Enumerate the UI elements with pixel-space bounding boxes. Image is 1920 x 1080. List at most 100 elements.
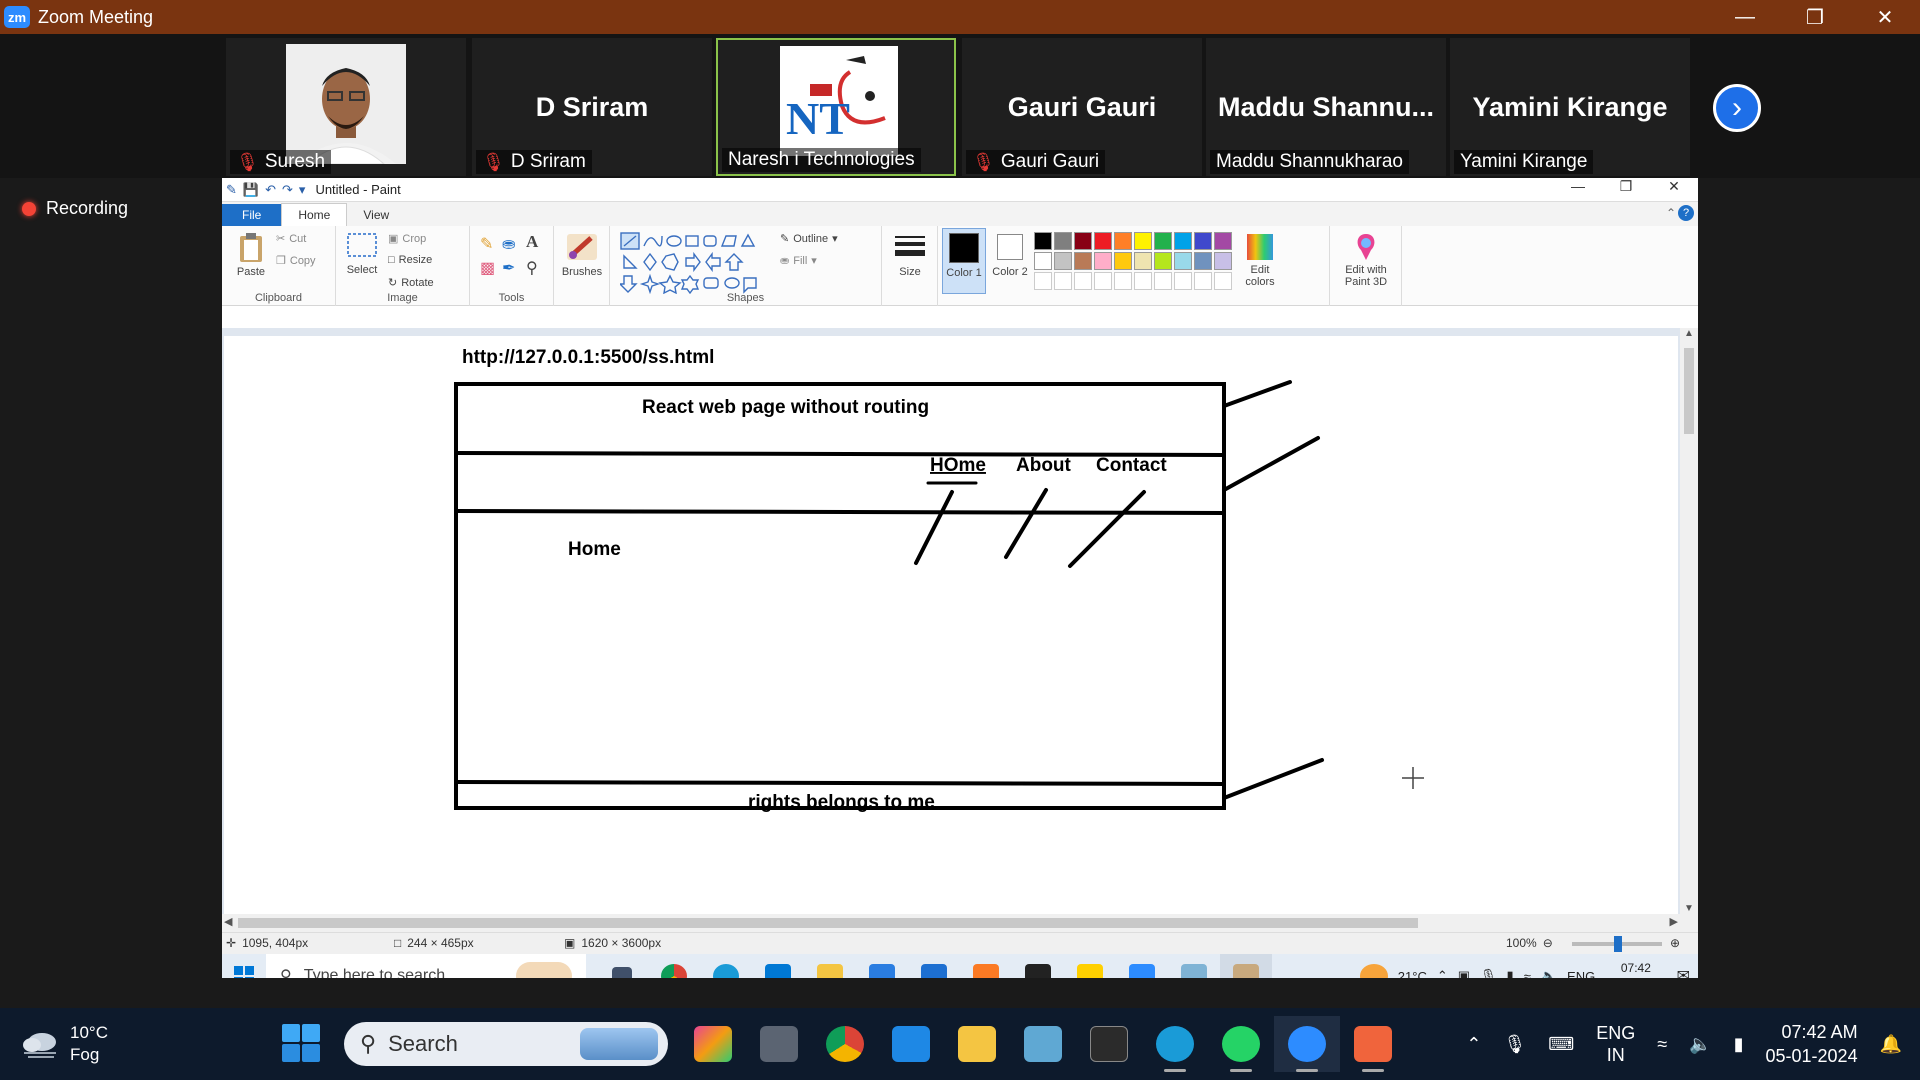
palette-swatch[interactable] bbox=[1094, 252, 1112, 270]
vscode-icon[interactable] bbox=[878, 1016, 944, 1072]
tab-home[interactable]: Home bbox=[281, 203, 348, 226]
select-button[interactable]: Select bbox=[340, 230, 384, 276]
chrome-icon[interactable] bbox=[812, 1016, 878, 1072]
paste-button[interactable]: Paste bbox=[230, 232, 272, 278]
start-button-windows-icon[interactable] bbox=[282, 1024, 320, 1067]
volume-icon[interactable]: 🔈 bbox=[1541, 968, 1557, 978]
palette-empty-swatch[interactable] bbox=[1154, 272, 1172, 290]
zoom-slider[interactable] bbox=[1572, 936, 1662, 952]
palette-swatch[interactable] bbox=[1114, 232, 1132, 250]
shapes-gallery-icon[interactable] bbox=[620, 232, 774, 294]
notifications-icon[interactable]: ✉2 bbox=[1677, 966, 1696, 978]
paint-minimize-button[interactable]: — bbox=[1554, 178, 1602, 195]
sticky-notes-icon[interactable] bbox=[1064, 954, 1116, 978]
tab-file[interactable]: File bbox=[222, 204, 282, 226]
palette-swatch[interactable] bbox=[1114, 252, 1132, 270]
pencil-icon[interactable]: ✎ bbox=[480, 234, 493, 254]
photoshop-pre-icon[interactable] bbox=[680, 1016, 746, 1072]
palette-swatch[interactable] bbox=[1154, 252, 1172, 270]
scroll-right-icon[interactable]: ▶ bbox=[1670, 915, 1678, 928]
microphone-icon[interactable]: 🎙 bbox=[1480, 968, 1497, 978]
wifi-icon[interactable]: ≈ bbox=[1657, 1034, 1667, 1055]
file-explorer-icon[interactable] bbox=[944, 1016, 1010, 1072]
palette-empty-swatch[interactable] bbox=[1134, 272, 1152, 290]
terminal-icon[interactable] bbox=[1012, 954, 1064, 978]
palette-swatch[interactable] bbox=[1054, 232, 1072, 250]
scroll-down-icon[interactable]: ▼ bbox=[1684, 903, 1694, 914]
microphone-icon[interactable]: 🎙 bbox=[1503, 1034, 1526, 1055]
vscode-icon[interactable] bbox=[752, 954, 804, 978]
undo-icon[interactable]: ↶ bbox=[265, 182, 276, 198]
palette-empty-swatch[interactable] bbox=[1094, 272, 1112, 290]
next-page-chevron-icon[interactable]: › bbox=[1713, 84, 1761, 132]
xampp-icon[interactable] bbox=[960, 954, 1012, 978]
color2-button[interactable]: Color 2 bbox=[990, 228, 1030, 294]
snipping-tool-icon[interactable] bbox=[1340, 1016, 1406, 1072]
taskbar-search-box[interactable]: ⚲ Type here to search bbox=[266, 954, 586, 978]
participant-tile[interactable]: Maddu Shannu... Maddu Shannukharao bbox=[1206, 38, 1446, 176]
palette-empty-swatch[interactable] bbox=[1054, 272, 1072, 290]
file-explorer-icon[interactable] bbox=[804, 954, 856, 978]
drawing-canvas[interactable]: http://127.0.0.1:5500/ss.html React web … bbox=[224, 336, 1678, 914]
keyboard-layout-icon[interactable]: ⌨ bbox=[1548, 1034, 1574, 1055]
paint-icon[interactable] bbox=[1220, 954, 1272, 978]
palette-empty-swatch[interactable] bbox=[1174, 272, 1192, 290]
participant-tile-active-speaker[interactable]: NT Naresh i Technologies bbox=[716, 38, 956, 176]
language-indicator[interactable]: ENG IN bbox=[1596, 1022, 1635, 1066]
chrome-icon[interactable] bbox=[648, 954, 700, 978]
microsoft-store-icon[interactable] bbox=[856, 954, 908, 978]
crop-button[interactable]: ▣ Crop bbox=[388, 232, 426, 246]
palette-swatch[interactable] bbox=[1154, 232, 1172, 250]
remote-desktop-icon[interactable] bbox=[1010, 1016, 1076, 1072]
horizontal-scrollbar[interactable]: ◀ ▶ bbox=[222, 914, 1698, 932]
palette-empty-swatch[interactable] bbox=[1114, 272, 1132, 290]
edge-icon[interactable] bbox=[1142, 1016, 1208, 1072]
show-hidden-icons-chevron-icon[interactable]: ⌃ bbox=[1437, 968, 1448, 978]
paint-restore-button[interactable]: ❐ bbox=[1602, 178, 1650, 195]
zoom-out-icon[interactable]: ⊖ bbox=[1543, 936, 1553, 950]
help-icon[interactable]: ? bbox=[1678, 205, 1694, 221]
brushes-button[interactable]: Brushes bbox=[558, 230, 606, 278]
zoom-in-icon[interactable]: ⊕ bbox=[1670, 936, 1680, 950]
restore-button[interactable]: ❐ bbox=[1780, 0, 1850, 34]
palette-swatch[interactable] bbox=[1174, 232, 1192, 250]
tab-view[interactable]: View bbox=[347, 204, 405, 226]
palette-empty-swatch[interactable] bbox=[1034, 272, 1052, 290]
palette-swatch[interactable] bbox=[1174, 252, 1192, 270]
redo-icon[interactable]: ↷ bbox=[282, 182, 293, 198]
show-hidden-icons-chevron-icon[interactable]: ⌃ bbox=[1466, 1034, 1481, 1055]
mail-icon[interactable] bbox=[908, 954, 960, 978]
scroll-up-icon[interactable]: ▲ bbox=[1684, 328, 1694, 339]
volume-icon[interactable]: 🔈 bbox=[1689, 1034, 1711, 1055]
palette-swatch[interactable] bbox=[1074, 252, 1092, 270]
camera-icon[interactable]: ▣ bbox=[1458, 968, 1470, 978]
customize-qat-icon[interactable]: ▾ bbox=[299, 182, 306, 198]
resize-button[interactable]: □ Resize bbox=[388, 254, 432, 266]
participant-tile[interactable]: Yamini Kirange Yamini Kirange bbox=[1450, 38, 1690, 176]
palette-swatch[interactable] bbox=[1074, 232, 1092, 250]
recording-indicator[interactable]: Recording bbox=[22, 198, 128, 219]
copy-button[interactable]: ❐ Copy bbox=[276, 254, 316, 268]
terminal-icon[interactable] bbox=[1076, 1016, 1142, 1072]
clock[interactable]: 07:42 05-01-2024 bbox=[1605, 960, 1666, 978]
palette-empty-swatch[interactable] bbox=[1194, 272, 1212, 290]
zoom-icon[interactable] bbox=[1116, 954, 1168, 978]
weather-widget[interactable]: 10°C Fog bbox=[20, 1022, 108, 1066]
palette-swatch[interactable] bbox=[1134, 252, 1152, 270]
collapse-ribbon-chevron-icon[interactable]: ⌃ bbox=[1666, 206, 1676, 220]
language-indicator[interactable]: ENG bbox=[1567, 969, 1595, 979]
palette-empty-swatch[interactable] bbox=[1214, 272, 1232, 290]
edit-with-paint3d-button[interactable]: Edit with Paint 3D bbox=[1332, 232, 1400, 288]
magnifier-icon[interactable]: ⚲ bbox=[526, 258, 538, 278]
close-button[interactable]: ✕ bbox=[1850, 0, 1920, 34]
fill-bucket-icon[interactable]: ⛂ bbox=[502, 234, 515, 254]
whatsapp-icon[interactable] bbox=[1208, 1016, 1274, 1072]
text-tool-icon[interactable]: A bbox=[526, 232, 538, 252]
palette-swatch[interactable] bbox=[1134, 232, 1152, 250]
size-button[interactable]: Size bbox=[888, 232, 932, 278]
clock[interactable]: 07:42 AM 05-01-2024 bbox=[1766, 1020, 1858, 1068]
vertical-scrollbar[interactable]: ▲ ▼ bbox=[1680, 328, 1698, 914]
fill-dropdown[interactable]: ⛂ Fill ▾ bbox=[780, 254, 817, 268]
palette-swatch[interactable] bbox=[1054, 252, 1072, 270]
palette-swatch[interactable] bbox=[1194, 252, 1212, 270]
